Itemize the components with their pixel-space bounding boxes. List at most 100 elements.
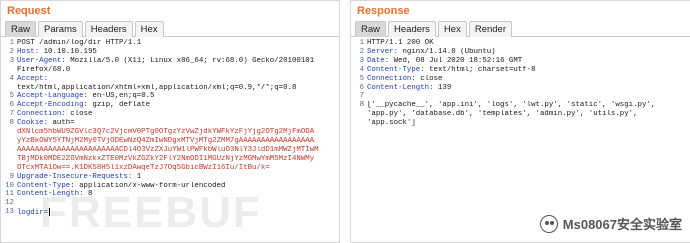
- response-line: 2 Server: nginx/1.14.0 (Ubuntu): [353, 48, 688, 57]
- request-tab-params[interactable]: Params: [38, 21, 83, 37]
- line-number: [3, 155, 17, 164]
- header-name: Server:: [367, 47, 399, 56]
- response-line: 7: [353, 92, 688, 101]
- line-number: 7: [359, 92, 364, 101]
- request-line: 10 Content-Type: application/x-www-form-u…: [3, 182, 337, 191]
- request-pane: Request Raw Params Headers Hex 1 POST /ad…: [0, 0, 340, 243]
- line-value: gzip, deflate: [87, 101, 151, 110]
- line-value: ['__pycache__', 'app.ini', 'logs', 'lwt.…: [367, 101, 656, 110]
- line-number: 1: [359, 39, 364, 47]
- request-line: 12: [3, 199, 337, 208]
- line-content: Accept-Encoding: gzip, deflate: [17, 101, 337, 110]
- header-name: Content-Length:: [17, 190, 84, 199]
- request-line: dXNlcm5hbWU9ZGVlc3Q7c2VjcmV0PTg0OTgzYzVw…: [3, 128, 337, 137]
- line-value: 8: [83, 190, 93, 199]
- line-content: Accept-Language: en-US,en;q=0.5: [17, 92, 337, 101]
- line-value: HTTP/1.1 200 OK: [367, 39, 434, 47]
- request-tab-headers[interactable]: Headers: [84, 21, 133, 37]
- line-content: 'app.py', 'database.db', 'templates', 'a…: [367, 110, 688, 119]
- line-number: [3, 146, 17, 155]
- line-content: Firefox/68.0: [17, 66, 337, 75]
- response-tab-hex[interactable]: Hex: [437, 21, 467, 37]
- response-line: 8 ['__pycache__', 'app.ini', 'logs', 'lwt…: [353, 101, 688, 110]
- response-line: 4 Content-Type: text/html; charset=utf-8: [353, 66, 688, 75]
- line-value: Wed, 08 Jul 2020 18:52:16 GMT: [389, 56, 523, 65]
- request-line: 6 Accept-Encoding: gzip, deflate: [3, 101, 337, 110]
- header-name: Upgrade-Insecure-Requests:: [17, 172, 133, 181]
- brand-text: Ms08067安全实验室: [562, 217, 682, 232]
- line-number: 8: [359, 101, 364, 110]
- request-line: Firefox/68.0: [3, 66, 337, 75]
- response-tab-render[interactable]: Render: [468, 21, 513, 37]
- response-line: 'app.sock']: [353, 119, 688, 128]
- request-line: 5 Accept-Language: en-US,en;q=0.5: [3, 92, 337, 101]
- response-title: Response: [357, 5, 410, 17]
- response-pane: Response Raw Headers Hex Render 1 HTTP/1.…: [350, 0, 690, 243]
- response-tab-headers[interactable]: Headers: [388, 21, 436, 37]
- request-line: 3 User-Agent: Mozilla/5.0 (X11; Linux x86…: [3, 57, 337, 66]
- request-tab-raw[interactable]: Raw: [5, 21, 37, 37]
- header-name: Accept-Encoding:: [17, 101, 88, 110]
- line-number: 11: [5, 190, 14, 199]
- cookie-value: OTcxMTA1Ow==.K1DK58H5l1xzDAwqeTzJ7Oq5Gbi…: [17, 163, 270, 172]
- line-value: Mozilla/5.0 (X11; Linux x86_64; rv:68.0)…: [65, 56, 315, 65]
- line-value: close: [65, 110, 93, 119]
- line-value: 'app.sock']: [367, 119, 416, 128]
- request-editor[interactable]: 1 POST /admin/log/dir HTTP/1.1 2 Host: 10.1…: [3, 39, 337, 240]
- line-content: text/html,application/xhtml+xml,applicat…: [17, 84, 337, 93]
- line-content: User-Agent: Mozilla/5.0 (X11; Linux x86_…: [17, 57, 337, 66]
- line-number: [353, 119, 367, 128]
- line-content: Server: nginx/1.14.0 (Ubuntu): [367, 48, 688, 57]
- line-content: Content-Type: text/html; charset=utf-8: [367, 66, 688, 75]
- line-content: AAAAAAAAAAAAAAAAAAAAAAACDl4O3VzZXJuYW1lP…: [17, 146, 337, 155]
- line-value: 'app.py', 'database.db', 'templates', 'a…: [367, 110, 638, 119]
- line-number: 12: [5, 199, 14, 208]
- header-name: Connection:: [17, 110, 66, 119]
- request-line: OTcxMTA1Ow==.K1DK58H5l1xzDAwqeTzJ7Oq5Gbi…: [3, 164, 337, 173]
- line-content: Host: 10.10.10.195: [17, 48, 337, 57]
- line-number: 9: [9, 172, 14, 181]
- request-line: 1 POST /admin/log/dir HTTP/1.1: [3, 39, 337, 48]
- header-name: Date:: [367, 56, 390, 65]
- line-content: HTTP/1.1 200 OK: [367, 39, 688, 48]
- line-number: 5: [359, 74, 364, 83]
- line-number: 5: [9, 92, 14, 101]
- line-content: Content-Length: 8: [17, 190, 337, 199]
- line-content: Date: Wed, 08 Jul 2020 18:52:16 GMT: [367, 57, 688, 66]
- header-name: Connection:: [367, 74, 416, 83]
- response-line: 6 Content-Length: 139: [353, 84, 688, 93]
- line-value: 1: [132, 172, 142, 181]
- request-line: 8 Cookie: auth=: [3, 119, 337, 128]
- line-number: 3: [9, 56, 14, 65]
- line-content: [17, 199, 337, 208]
- line-number: 6: [9, 101, 14, 110]
- line-number: [3, 66, 17, 75]
- request-line: TBjMDk0MDE2ZGVmNzkxZTE0MzVkZGZkY2FlY2NmO…: [3, 155, 337, 164]
- request-line: 4 Accept:: [3, 75, 337, 84]
- line-number: 1: [9, 39, 14, 47]
- cookie-value: TBjMDk0MDE2ZGVmNzkxZTE0MzVkZGZkY2FlY2NmO…: [17, 154, 315, 163]
- request-line: AAAAAAAAAAAAAAAAAAAAAAACDl4O3VzZXJuYW1lP…: [3, 146, 337, 155]
- line-content: 'app.sock']: [367, 119, 688, 128]
- request-tab-hex[interactable]: Hex: [134, 21, 164, 37]
- line-content: Upgrade-Insecure-Requests: 1: [17, 173, 337, 182]
- line-number: 2: [359, 47, 364, 56]
- request-line: text/html,application/xhtml+xml,applicat…: [3, 84, 337, 93]
- request-tabs: Raw Params Headers Hex: [1, 21, 339, 37]
- header-name: Host:: [17, 47, 40, 56]
- text-cursor: [49, 208, 51, 217]
- response-tab-raw[interactable]: Raw: [355, 21, 387, 37]
- line-number: [353, 110, 367, 119]
- line-content: logdir=: [17, 208, 337, 218]
- header-name: Accept-Language:: [17, 92, 88, 101]
- line-value: Firefox/68.0: [17, 65, 71, 74]
- line-content: ['__pycache__', 'app.ini', 'logs', 'lwt.…: [367, 101, 688, 110]
- line-value: 139: [433, 83, 452, 92]
- line-value: en-US,en;q=0.5: [87, 92, 155, 101]
- request-line: 7 Connection: close: [3, 110, 337, 119]
- header-name: Cookie:: [17, 119, 49, 128]
- line-number: [3, 84, 17, 93]
- response-editor[interactable]: 1 HTTP/1.1 200 OK 2 Server: nginx/1.14.0 (U…: [353, 39, 688, 240]
- line-content: yYzBkOWY5YTNjM2My0TVjODEwNzQ4ZmIwNDgxMTV…: [17, 137, 337, 146]
- header-name: Accept:: [17, 74, 49, 83]
